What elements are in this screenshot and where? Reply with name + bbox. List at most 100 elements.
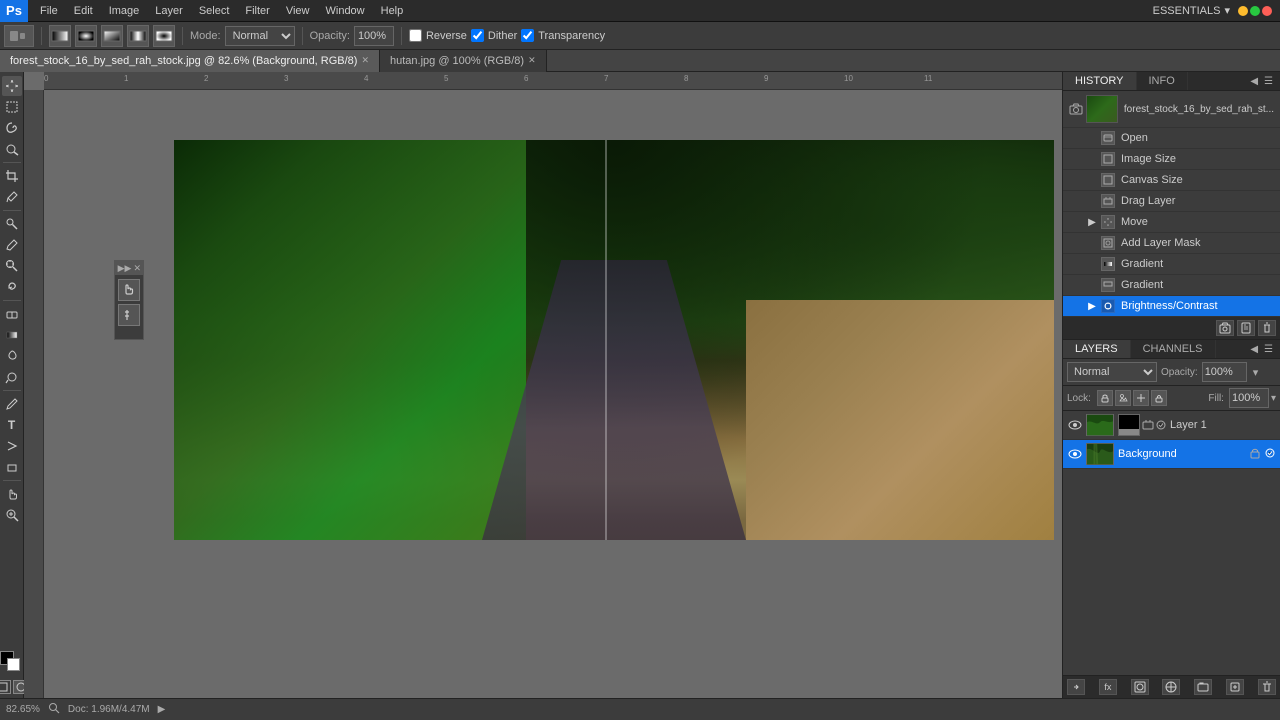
tool-eraser[interactable] [2,304,22,324]
tool-zoom[interactable] [2,505,22,525]
menu-select[interactable]: Select [191,3,238,19]
float-tool-1[interactable] [118,279,140,301]
gradient-style-diamond[interactable] [153,25,175,47]
window-maximize[interactable] [1250,6,1260,16]
tool-eyedropper[interactable] [2,187,22,207]
gradient-style-reflected[interactable] [127,25,149,47]
history-panel-collapse[interactable]: ◀ [1247,74,1261,89]
history-item-gradient2[interactable]: Gradient [1063,275,1280,296]
history-panel-menu[interactable]: ☰ [1261,74,1276,89]
gradient-style-radial[interactable] [75,25,97,47]
tab-forest[interactable]: forest_stock_16_by_sed_rah_stock.jpg @ 8… [0,50,380,72]
history-item-gradient1[interactable]: Gradient [1063,254,1280,275]
canvas-content[interactable]: ▶▶ ✕ [44,90,1062,698]
tool-lasso[interactable] [2,118,22,138]
tab-hutan-close[interactable]: ✕ [528,55,536,66]
tool-path-select[interactable] [2,436,22,456]
float-panel-header[interactable]: ▶▶ ✕ [115,261,143,275]
float-panel-close[interactable]: ✕ [133,263,141,274]
essentials-dropdown-icon[interactable]: ▾ [1224,4,1230,17]
menu-layer[interactable]: Layer [147,3,191,19]
layer-link-btn[interactable] [1067,679,1085,695]
status-arrow[interactable]: ▶ [158,704,166,715]
layers-panel-menu[interactable]: ☰ [1261,342,1276,357]
history-item-brightness[interactable]: ▶ Brightness/Contrast [1063,296,1280,317]
tab-channels[interactable]: CHANNELS [1131,340,1216,358]
menu-filter[interactable]: Filter [237,3,277,19]
tool-quick-select[interactable] [2,139,22,159]
tool-shape[interactable] [2,457,22,477]
layer-new-btn[interactable] [1226,679,1244,695]
tool-pen[interactable] [2,394,22,414]
tab-info[interactable]: INFO [1137,72,1188,90]
fg-bg-swatch[interactable] [0,651,24,675]
dither-check-group[interactable]: Dither [471,29,517,42]
gradient-style-angle[interactable] [101,25,123,47]
dither-checkbox[interactable] [471,29,484,42]
lock-transparent-btn[interactable] [1097,390,1113,406]
tool-gradient[interactable] [2,325,22,345]
mode-select[interactable]: Normal Dissolve Multiply [225,26,295,46]
lock-position-btn[interactable] [1133,390,1149,406]
history-item-draglayer[interactable]: Drag Layer [1063,191,1280,212]
tool-move[interactable] [2,76,22,96]
brush-preset-picker[interactable] [4,25,34,47]
blend-mode-select[interactable]: Normal Dissolve Multiply [1067,362,1157,382]
tool-crop[interactable] [2,166,22,186]
tool-dodge[interactable] [2,367,22,387]
opacity-input-layers[interactable] [1202,362,1247,382]
layers-panel-collapse[interactable]: ◀ [1247,342,1261,357]
tab-history[interactable]: HISTORY [1063,72,1137,90]
menu-edit[interactable]: Edit [66,3,101,19]
menu-image[interactable]: Image [101,3,148,19]
background-swatch[interactable] [7,658,20,671]
background-visibility-toggle[interactable] [1067,446,1083,462]
fill-arrow[interactable]: ▾ [1271,393,1276,404]
float-panel-expand[interactable]: ▶▶ [118,263,132,274]
tool-type[interactable]: T [2,415,22,435]
opacity-input[interactable] [354,26,394,46]
float-tool-2[interactable] [118,304,140,326]
menu-file[interactable]: File [32,3,66,19]
opacity-arrow[interactable]: ▾ [1253,366,1259,379]
transparency-check-group[interactable]: Transparency [521,29,605,42]
history-item-imagesize[interactable]: Image Size [1063,149,1280,170]
tab-forest-close[interactable]: ✕ [361,55,369,66]
fill-input[interactable] [1229,388,1269,408]
tool-marquee[interactable] [2,97,22,117]
history-new-document-btn[interactable] [1237,320,1255,336]
menu-help[interactable]: Help [373,3,412,19]
tool-history-brush[interactable] [2,277,22,297]
history-item-canvassize[interactable]: Canvas Size [1063,170,1280,191]
tool-clone-stamp[interactable] [2,256,22,276]
layer-delete-btn[interactable] [1258,679,1276,695]
menu-window[interactable]: Window [318,3,373,19]
tool-hand[interactable] [2,484,22,504]
layer-group-btn[interactable] [1194,679,1212,695]
tool-brush[interactable] [2,235,22,255]
layer-adjustment-btn[interactable] [1162,679,1180,695]
history-delete-btn[interactable] [1258,320,1276,336]
tab-hutan[interactable]: hutan.jpg @ 100% (RGB/8) ✕ [380,50,547,72]
window-close[interactable] [1262,6,1272,16]
layer-item-layer1[interactable]: Layer 1 [1063,411,1280,440]
lock-image-btn[interactable] [1115,390,1131,406]
layer-item-background[interactable]: Background [1063,440,1280,469]
tool-blur[interactable] [2,346,22,366]
layer-mask-btn[interactable] [1131,679,1149,695]
history-item-open[interactable]: Open [1063,128,1280,149]
tab-layers[interactable]: LAYERS [1063,340,1131,358]
history-item-addmask[interactable]: Add Layer Mask [1063,233,1280,254]
history-item-move[interactable]: ▶ Move [1063,212,1280,233]
reverse-check-group[interactable]: Reverse [409,29,467,42]
menu-view[interactable]: View [278,3,318,19]
transparency-checkbox[interactable] [521,29,534,42]
lock-all-btn[interactable] [1151,390,1167,406]
reverse-checkbox[interactable] [409,29,422,42]
tool-healing-brush[interactable] [2,214,22,234]
window-minimize[interactable] [1238,6,1248,16]
layer-fx-btn[interactable]: fx [1099,679,1117,695]
layer1-visibility-toggle[interactable] [1067,417,1083,433]
history-new-snapshot-btn[interactable] [1216,320,1234,336]
standard-mode-btn[interactable] [0,680,11,694]
